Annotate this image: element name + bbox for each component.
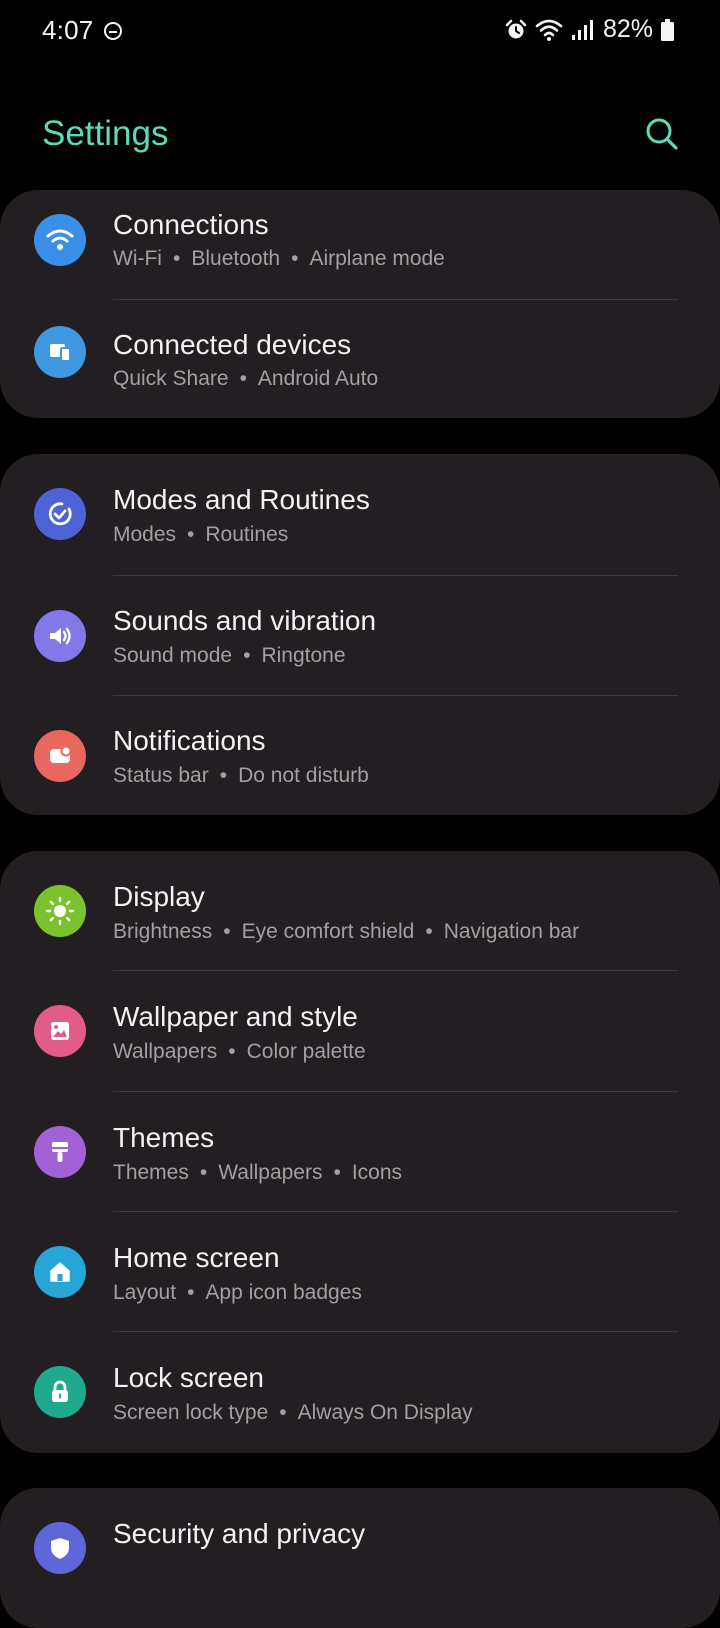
item-title: Themes (113, 1122, 215, 1153)
settings-item-home-screen[interactable]: Home screen Layout • App icon badges (0, 1212, 720, 1332)
item-title: Lock screen (113, 1362, 264, 1393)
devices-icon (34, 326, 86, 378)
page-title: Settings (42, 114, 169, 153)
lock-icon (34, 1366, 86, 1418)
settings-group-2: Modes and Routines Modes • Routines Sounds… (0, 454, 720, 815)
item-title: Modes and Routines (113, 484, 370, 515)
status-time: 4:07 (42, 15, 94, 45)
settings-item-security-and-privacy[interactable]: Security and privacy (0, 1488, 720, 1608)
item-title: Security and privacy (113, 1518, 366, 1549)
settings-item-connections[interactable]: Connections Wi-Fi • Bluetooth • Airplane mod… (0, 190, 720, 300)
signal-icon (571, 19, 593, 40)
settings-item-themes[interactable]: Themes Themes • Wallpapers • Icons (0, 1092, 720, 1212)
item-title: Connected devices (113, 329, 352, 360)
item-subtitle: Quick Share • Android Auto (113, 367, 379, 390)
item-title: Home screen (113, 1242, 280, 1273)
settings-item-sounds-and-vibration[interactable]: Sounds and vibration Sound mode • Ringtone (0, 576, 720, 696)
settings-item-connected-devices[interactable]: Connected devices Quick Share • Android Au… (0, 300, 720, 418)
item-subtitle: Brightness • Eye comfort shield • Navigation… (113, 920, 580, 943)
speaker-icon (34, 610, 86, 662)
item-title: Notifications (113, 725, 266, 756)
status-icons: 82% (505, 15, 674, 44)
wifi-icon (535, 19, 563, 41)
paintbrush-icon (34, 1126, 86, 1178)
settings-item-lock-screen[interactable]: Lock screen Screen lock type • Always On D… (0, 1332, 720, 1453)
item-subtitle: Screen lock type • Always On Display (113, 1401, 473, 1424)
settings-group-1: Connections Wi-Fi • Bluetooth • Airplane mod… (0, 190, 720, 418)
alarm-icon (505, 19, 527, 38)
wifi-icon (34, 214, 86, 266)
do-not-disturb-icon (104, 22, 122, 40)
settings-item-modes-and-routines[interactable]: Modes and Routines Modes • Routines (0, 454, 720, 576)
item-subtitle: Layout • App icon badges (113, 1281, 362, 1304)
image-icon (34, 1005, 86, 1057)
sun-icon (34, 885, 86, 937)
settings-item-display[interactable]: Display Brightness • Eye comfort shield • Na… (0, 851, 720, 971)
item-title: Wallpaper and style (113, 1001, 358, 1032)
settings-group-4: Security and privacy (0, 1488, 720, 1628)
routine-check-icon (34, 488, 86, 540)
item-subtitle: Wi-Fi • Bluetooth • Airplane mode (113, 247, 445, 270)
item-subtitle: Modes • Routines (113, 523, 289, 546)
shield-icon (34, 1522, 86, 1574)
settings-item-notifications[interactable]: Notifications Status bar • Do not disturb (0, 696, 720, 815)
item-subtitle: Sound mode • Ringtone (113, 644, 346, 667)
item-title: Connections (113, 209, 269, 240)
item-title: Sounds and vibration (113, 605, 377, 636)
battery-icon (661, 18, 674, 41)
item-title: Display (113, 881, 205, 912)
item-subtitle: Wallpapers • Color palette (113, 1040, 366, 1063)
search-icon[interactable] (644, 116, 680, 152)
settings-group-3: Display Brightness • Eye comfort shield • Na… (0, 851, 720, 1453)
home-icon (34, 1246, 86, 1298)
item-subtitle: Themes • Wallpapers • Icons (113, 1161, 403, 1184)
notification-icon (34, 730, 86, 782)
battery-percent: 82% (602, 15, 653, 43)
status-bar: 4:07 82% (0, 0, 720, 64)
item-subtitle: Status bar • Do not disturb (113, 764, 369, 787)
settings-item-wallpaper-and-style[interactable]: Wallpaper and style Wallpapers • Color pal… (0, 971, 720, 1092)
